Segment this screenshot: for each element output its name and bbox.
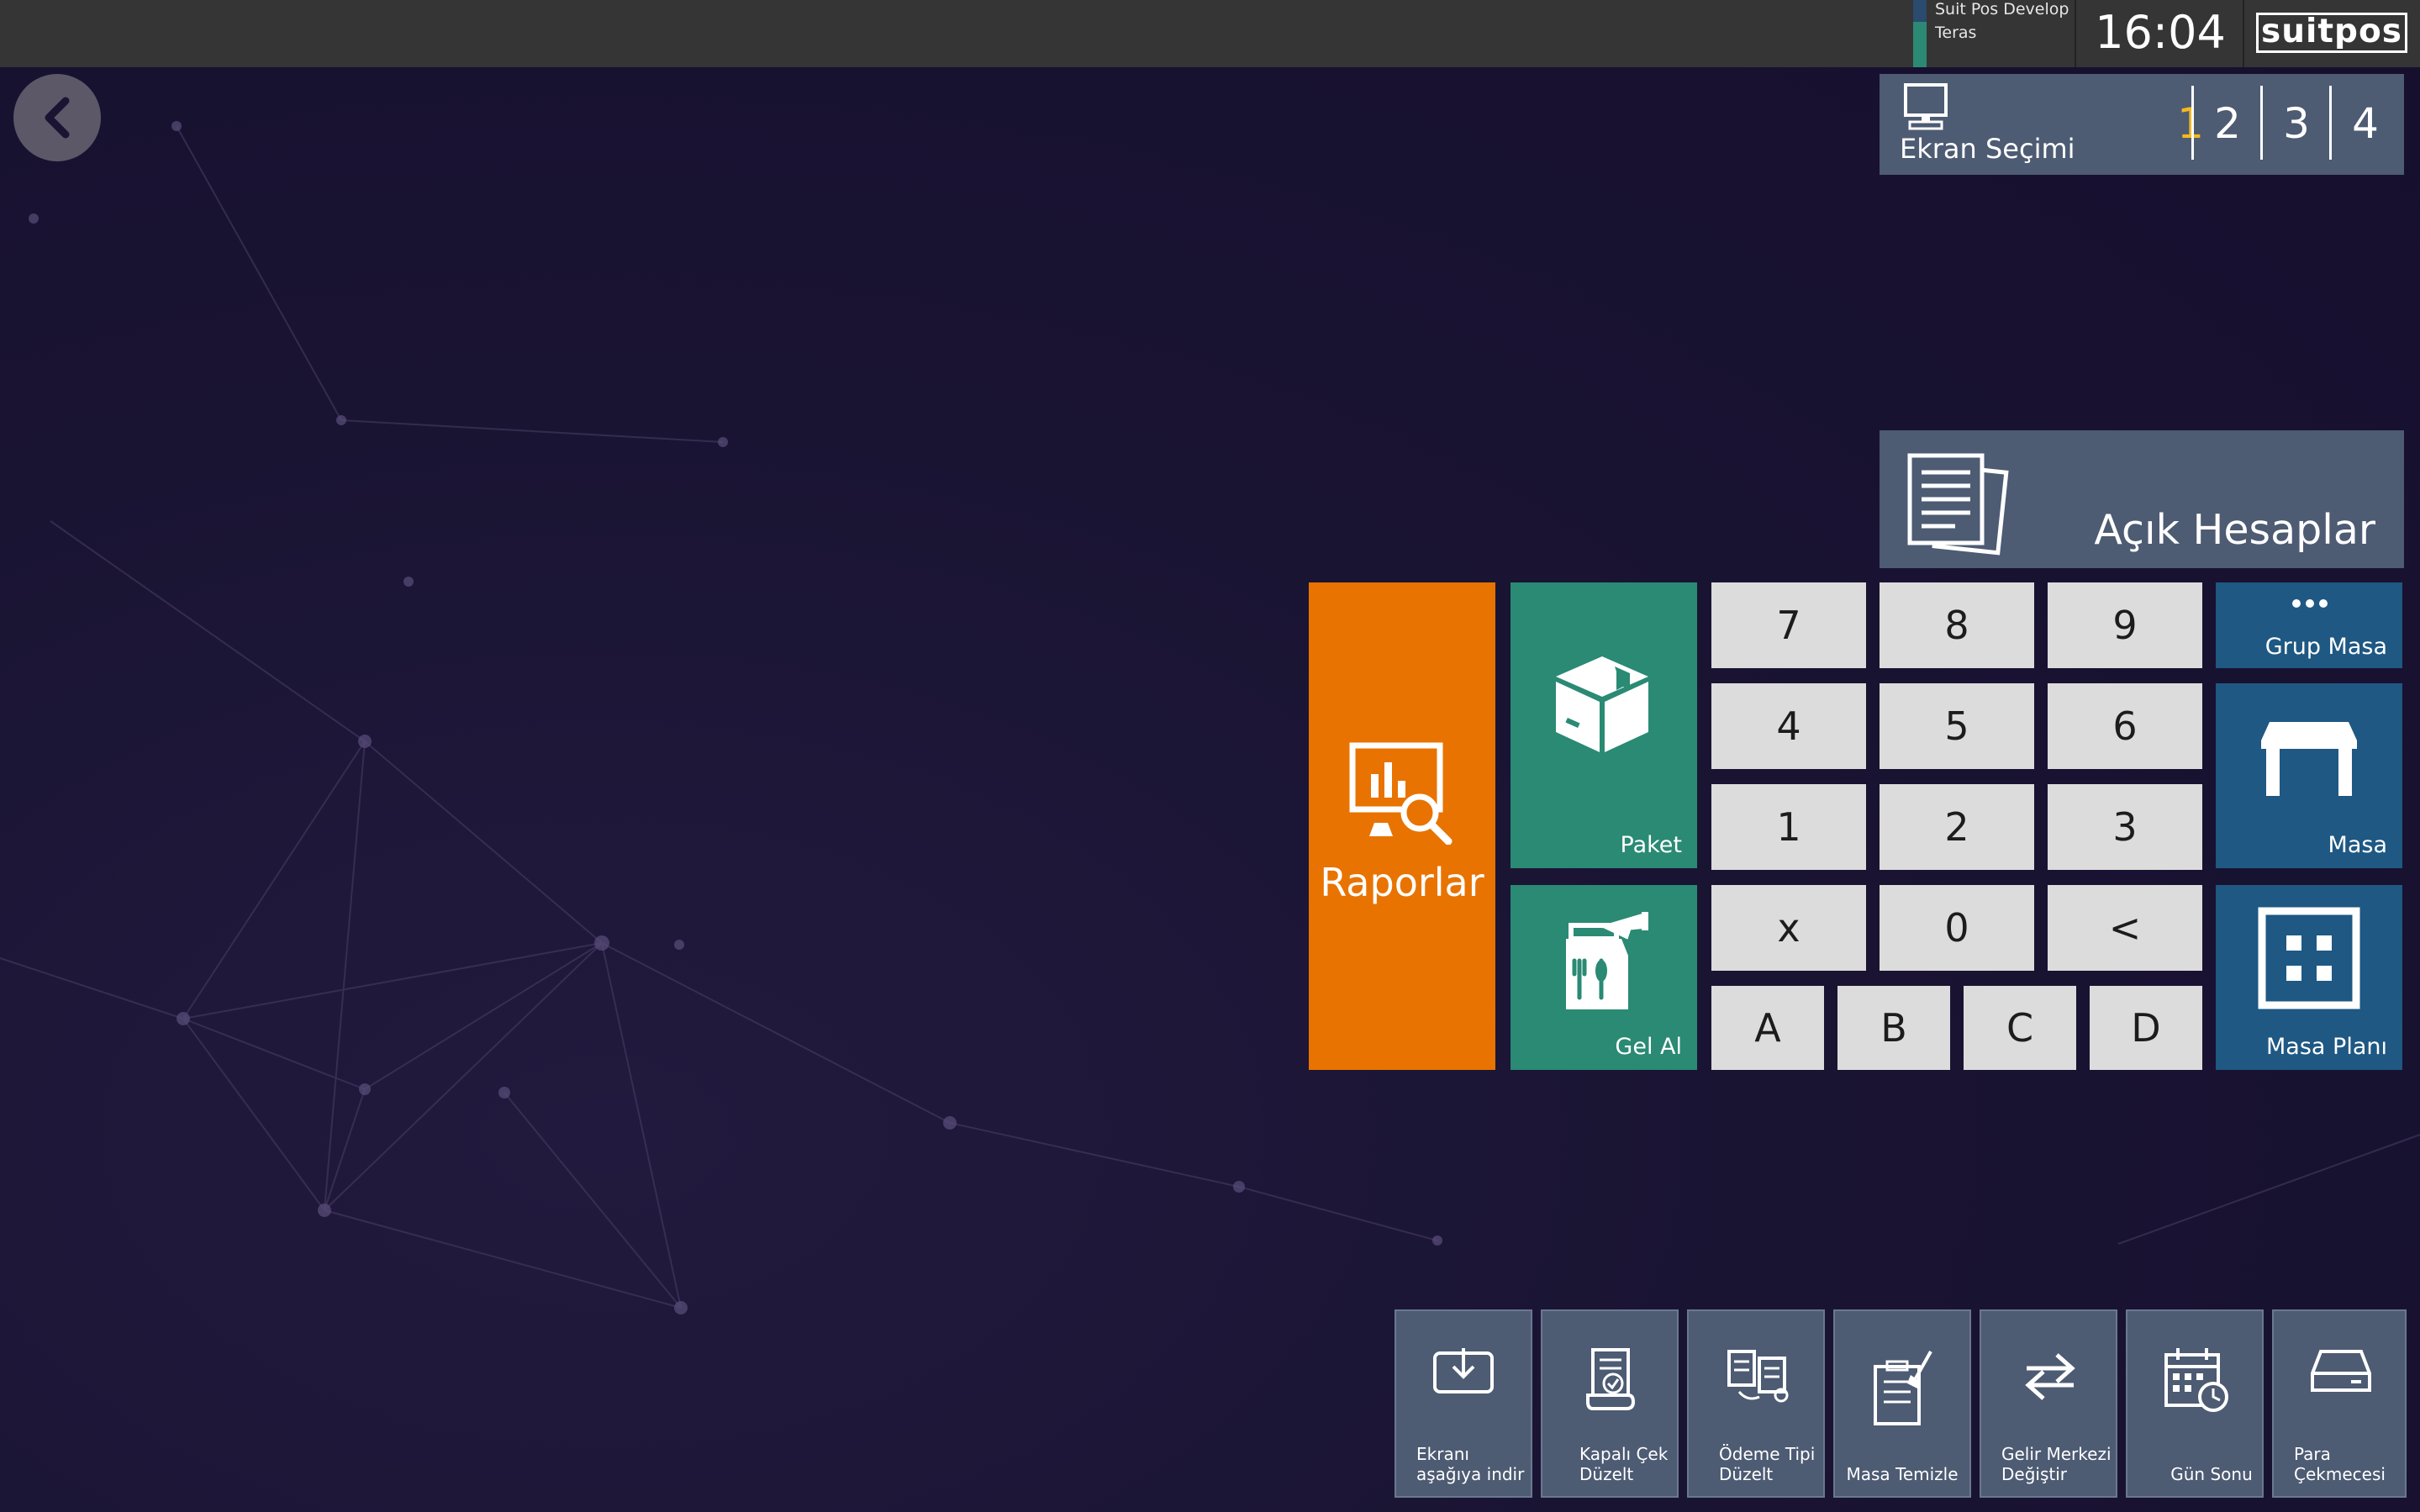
label-line-2: Gün Sonu: [2170, 1464, 2253, 1484]
table-label: Masa: [2328, 832, 2387, 858]
keypad-key-9[interactable]: 9: [2048, 582, 2202, 668]
lower-screen-button[interactable]: Ekranı aşağıya indir: [1395, 1309, 1532, 1498]
keypad-key-backspace[interactable]: <: [2048, 885, 2202, 971]
calendar-clock-icon: [2164, 1348, 2228, 1412]
clear-table-label: Masa Temizle: [1835, 1464, 1969, 1484]
clear-table-button[interactable]: Masa Temizle: [1833, 1309, 1971, 1498]
label-line-1: Kapalı Çek: [1579, 1444, 1669, 1464]
station-area: Teras: [1935, 24, 1977, 42]
monitor-icon: [1904, 83, 1948, 130]
keypad-key-3[interactable]: 3: [2048, 784, 2202, 870]
clock: 16:04: [2078, 0, 2244, 67]
keypad-key-d[interactable]: D: [2090, 986, 2202, 1070]
documents-exchange-icon: [1727, 1350, 1789, 1403]
group-table-button[interactable]: Grup Masa: [2216, 582, 2402, 668]
keypad-key-c[interactable]: C: [1964, 986, 2076, 1070]
more-dots-icon: [2292, 599, 2328, 608]
lower-screen-label: Ekranı aşağıya indir: [1416, 1444, 1524, 1484]
keypad-key-2[interactable]: 2: [1880, 784, 2034, 870]
table-button[interactable]: Masa: [2216, 683, 2402, 868]
back-button[interactable]: [13, 74, 101, 161]
label-line-2: Düzelt: [1719, 1464, 1774, 1484]
keypad-key-b[interactable]: B: [1837, 986, 1950, 1070]
closed-check-edit-label: Kapalı Çek Düzelt: [1579, 1444, 1668, 1484]
screen-selector: Ekran Seçimi 1 2 3 4: [1880, 74, 2404, 175]
label-line-2: Değiştir: [2001, 1464, 2067, 1484]
top-bar: Suit Pos Develop Teras 16:04 suitpos: [0, 0, 2420, 67]
takeaway-button[interactable]: Gel Al: [1511, 885, 1697, 1070]
end-of-day-button[interactable]: Gün Sonu: [2126, 1309, 2264, 1498]
box-icon: [1556, 656, 1648, 752]
table-plan-label: Masa Planı: [2266, 1034, 2387, 1060]
station-color-bar-bottom: [1913, 22, 1927, 67]
screen-selector-label: Ekran Seçimi: [1900, 133, 2075, 165]
label-line-1: Gelir Merkezi: [2001, 1444, 2112, 1464]
cash-drawer-label: Para Çekmecesi: [2294, 1444, 2386, 1484]
report-search-icon: [1349, 742, 1453, 845]
cash-drawer-button[interactable]: Para Çekmecesi: [2272, 1309, 2407, 1498]
screen-option-4[interactable]: 4: [2332, 91, 2399, 156]
table-plan-button[interactable]: Masa Planı: [2216, 885, 2402, 1070]
cash-drawer-icon: [2311, 1350, 2371, 1392]
screen-option-3[interactable]: 3: [2263, 91, 2330, 156]
station-color-bar-top: [1913, 0, 1927, 22]
download-tray-icon: [1433, 1348, 1494, 1393]
takeaway-label: Gel Al: [1615, 1034, 1682, 1060]
label-line-2: Düzelt: [1579, 1464, 1634, 1484]
group-table-label: Grup Masa: [2264, 634, 2387, 660]
chevron-left-icon: [45, 97, 70, 139]
label-line-2: Masa Temizle: [1846, 1464, 1959, 1484]
keypad-key-x[interactable]: x: [1711, 885, 1866, 971]
revenue-center-change-label: Gelir Merkezi Değiştir: [2001, 1444, 2112, 1484]
reports-button[interactable]: Raporlar: [1309, 582, 1495, 1070]
keypad-key-4[interactable]: 4: [1711, 683, 1866, 769]
keypad-key-6[interactable]: 6: [2048, 683, 2202, 769]
documents-icon: [1907, 453, 2009, 556]
package-button[interactable]: Paket: [1511, 582, 1697, 868]
takeaway-bag-icon: [1566, 912, 1648, 1009]
suitpos-logo: suitpos: [2256, 13, 2407, 53]
closed-check-edit-button[interactable]: Kapalı Çek Düzelt: [1541, 1309, 1679, 1498]
station-name: Suit Pos Develop: [1935, 0, 2069, 18]
open-accounts-button[interactable]: Açık Hesaplar: [1880, 430, 2404, 568]
keypad-key-7[interactable]: 7: [1711, 582, 1866, 668]
label-line-1: Ödeme Tipi: [1719, 1444, 1816, 1464]
table-icon: [2261, 722, 2357, 796]
station-info: Suit Pos Develop Teras: [1910, 0, 2076, 67]
receipt-check-icon: [1586, 1348, 1636, 1410]
label-line-1: Para: [2294, 1444, 2331, 1464]
end-of-day-label: Gün Sonu: [2144, 1464, 2279, 1484]
label-line-2: aşağıya indir: [1416, 1464, 1525, 1484]
reports-label: Raporlar: [1320, 860, 1484, 905]
keypad-key-5[interactable]: 5: [1880, 683, 2034, 769]
keypad-key-1[interactable]: 1: [1711, 784, 1866, 870]
keypad-key-a[interactable]: A: [1711, 986, 1824, 1070]
payment-type-edit-label: Ödeme Tipi Düzelt: [1719, 1444, 1815, 1484]
keypad-key-0[interactable]: 0: [1880, 885, 2034, 971]
open-accounts-label: Açık Hesaplar: [2094, 506, 2375, 554]
package-label: Paket: [1620, 832, 1683, 858]
label-line-1: Ekranı: [1416, 1444, 1469, 1464]
label-line-2: Çekmecesi: [2294, 1464, 2386, 1484]
payment-type-edit-button[interactable]: Ödeme Tipi Düzelt: [1687, 1309, 1825, 1498]
keypad-key-8[interactable]: 8: [1880, 582, 2034, 668]
floor-plan-icon: [2258, 907, 2360, 1009]
swap-arrows-icon: [2025, 1353, 2075, 1400]
clipboard-brush-icon: [1874, 1351, 1932, 1425]
revenue-center-change-button[interactable]: Gelir Merkezi Değiştir: [1980, 1309, 2117, 1498]
screen-option-2[interactable]: 2: [2194, 91, 2261, 156]
